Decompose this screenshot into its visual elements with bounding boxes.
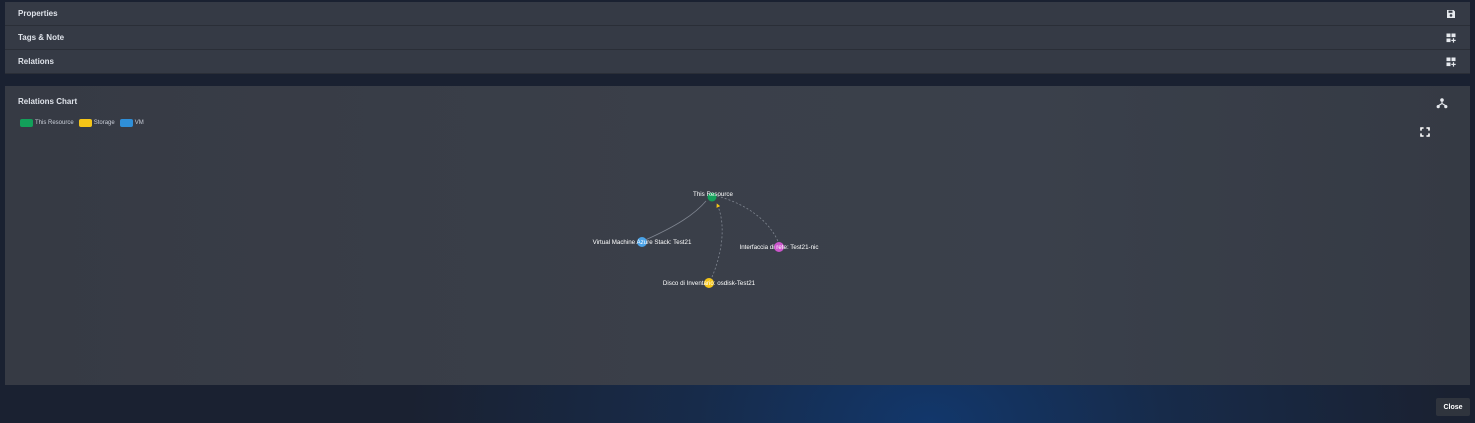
edge-disk-to-resource <box>711 203 723 278</box>
edge-resource-to-nic <box>716 195 780 245</box>
relations-graph: This Resource Virtual Machine Azure Stac… <box>593 191 819 288</box>
relations-title: Relations <box>18 57 55 66</box>
tags-note-section-header[interactable]: Tags & Note <box>5 26 1470 50</box>
tags-note-title: Tags & Note <box>18 33 65 42</box>
edge-vm-to-resource <box>642 200 707 242</box>
relations-section-header[interactable]: Relations <box>5 50 1470 74</box>
resource-accordion: Properties Tags & Note Relations <box>5 2 1470 74</box>
properties-section-header[interactable]: Properties <box>5 2 1470 26</box>
close-button[interactable]: Close <box>1436 398 1470 416</box>
widgets-add-icon[interactable] <box>1445 56 1457 68</box>
properties-title: Properties <box>18 9 58 18</box>
relations-chart-panel: Relations Chart This Resource Storage VM <box>5 86 1470 385</box>
widgets-add-icon[interactable] <box>1445 32 1457 44</box>
node-label-network-interface: Interfaccia di rete: Test21-nic <box>740 244 819 251</box>
save-icon[interactable] <box>1445 8 1457 20</box>
node-label-this-resource: This Resource <box>693 191 733 198</box>
node-label-virtual-machine: Virtual Machine Azure Stack: Test21 <box>593 239 692 246</box>
node-label-disk: Disco di Inventario: osdisk-Test21 <box>663 280 756 287</box>
